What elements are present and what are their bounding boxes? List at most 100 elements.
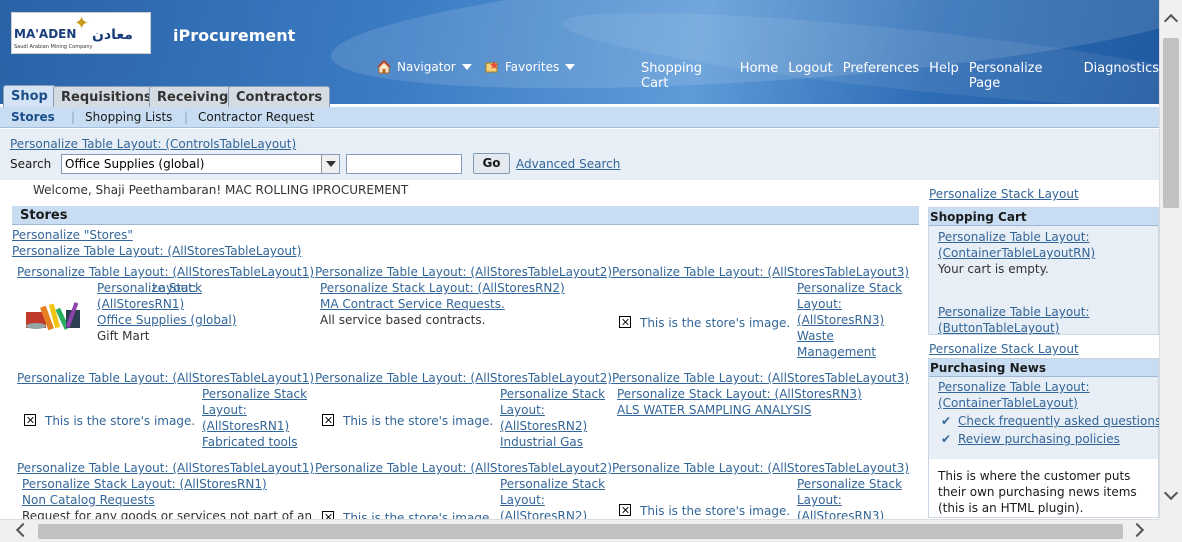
- store-link-waste-b[interactable]: Management: [797, 345, 876, 359]
- horizontal-scrollbar[interactable]: [0, 519, 1159, 542]
- store-image-alt[interactable]: This is the store's image.: [45, 414, 195, 428]
- store-layout-link-col1[interactable]: Personalize Table Layout: (AllStoresTabl…: [17, 461, 314, 475]
- vertical-scrollbar[interactable]: [1159, 0, 1182, 519]
- store-stack-layout-link-a[interactable]: Personalize Stack: [500, 477, 605, 491]
- subtab-stores[interactable]: Stores: [11, 110, 55, 124]
- scroll-up-icon[interactable]: [1163, 13, 1179, 29]
- navigator-chevron-down-icon: [461, 64, 472, 70]
- go-button[interactable]: Go: [473, 153, 510, 174]
- app-title: iProcurement: [173, 26, 296, 45]
- store-link-contract-service[interactable]: MA Contract Service Requests.: [320, 297, 505, 311]
- tab-bar: Shop Requisitions Receiving Contractors: [0, 83, 1159, 109]
- store-layout-link-col3[interactable]: Personalize Table Layout: (AllStoresTabl…: [612, 371, 909, 385]
- news-link-faq[interactable]: Check frequently asked questions: [958, 414, 1161, 428]
- navigator-label: Navigator: [397, 60, 456, 74]
- favorites-label: Favorites: [505, 60, 560, 74]
- store-stack-layout-link-b[interactable]: Layout:: [500, 493, 545, 507]
- store-image-alt[interactable]: This is the store's image.: [343, 414, 493, 428]
- shopping-cart-header: Shopping Cart: [929, 208, 1158, 226]
- personalize-stack-layout-link[interactable]: Personalize Stack Layout: [929, 187, 1079, 201]
- store-stack-layout-link[interactable]: Personalize Stack Layout: (AllStoresRN1): [22, 477, 267, 491]
- subtab-shopping-lists[interactable]: Shopping Lists: [85, 110, 172, 124]
- cart-empty-message: Your cart is empty.: [938, 262, 1049, 276]
- purchasing-news-header: Purchasing News: [929, 359, 1158, 377]
- purchasing-news-box: Purchasing News Personalize Table Layout…: [928, 358, 1161, 518]
- vertical-scroll-thumb[interactable]: [1163, 38, 1179, 208]
- personalize-all-stores-link[interactable]: Personalize Table Layout: (AllStoresTabl…: [12, 244, 301, 258]
- store-stack-layout-link-a[interactable]: Personalize Stack: [797, 477, 902, 491]
- store3-stack-layout-link-b[interactable]: Layout:: [797, 297, 842, 311]
- navigator-menu[interactable]: Navigator: [377, 60, 472, 74]
- scroll-down-icon[interactable]: [1163, 485, 1179, 501]
- broken-image-icon: [24, 414, 36, 426]
- personalize-controls-link[interactable]: Personalize Table Layout: (ControlsTable…: [10, 137, 296, 151]
- store-link-als-water[interactable]: ALS WATER SAMPLING ANALYSIS: [617, 403, 811, 417]
- store-stack-layout-rn[interactable]: (AllStoresRN2): [500, 419, 587, 433]
- store-layout-link-col2[interactable]: Personalize Table Layout: (AllStoresTabl…: [315, 265, 612, 279]
- broken-image-icon: [619, 504, 631, 516]
- subtab-separator: |: [71, 110, 76, 124]
- store-layout-link-col3[interactable]: Personalize Table Layout: (AllStoresTabl…: [612, 265, 909, 279]
- personalize-stack-layout-link-2[interactable]: Personalize Stack Layout: [929, 342, 1079, 356]
- tab-requisitions[interactable]: Requisitions: [53, 86, 160, 108]
- scrollbar-corner: [1159, 519, 1182, 542]
- store3-stack-layout-link-a[interactable]: Personalize Stack: [797, 281, 902, 295]
- scroll-right-icon[interactable]: [1129, 522, 1145, 538]
- search-label: Search: [10, 157, 52, 171]
- store-stack-layout-link-a[interactable]: Personalize Stack: [202, 387, 307, 401]
- store-stack-layout-link-b[interactable]: Layout:: [500, 403, 545, 417]
- store-stack-layout-link[interactable]: Personalize Stack Layout: (AllStoresRN3): [617, 387, 862, 401]
- tab-receiving[interactable]: Receiving: [149, 86, 237, 108]
- home-icon: [377, 60, 391, 74]
- tab-shop[interactable]: Shop: [3, 85, 56, 109]
- advanced-search-link[interactable]: Advanced Search: [516, 157, 620, 171]
- search-region: Personalize Table Layout: (ControlsTable…: [0, 129, 1159, 180]
- store-image-alt[interactable]: This is the store's image.: [640, 316, 790, 330]
- scroll-left-icon[interactable]: [15, 522, 31, 538]
- store-layout-link-col1[interactable]: Personalize Table Layout: (AllStoresTabl…: [17, 371, 314, 385]
- cart-layout-link-b[interactable]: (ContainerTableLayoutRN): [938, 246, 1095, 260]
- right-column: Personalize Stack Layout Shopping Cart P…: [922, 183, 1161, 523]
- news-layout-link-a[interactable]: Personalize Table Layout:: [938, 380, 1090, 394]
- company-logo: MA'ADEN ✦ معادن Saudi Arabian Mining Com…: [11, 12, 151, 54]
- search-input[interactable]: [346, 154, 462, 174]
- button-layout-link-a[interactable]: Personalize Table Layout:: [938, 305, 1090, 319]
- news-layout-link-b[interactable]: (ContainerTableLayout): [938, 396, 1078, 410]
- logo-star-icon: ✦: [74, 13, 90, 34]
- store-layout-link-col2[interactable]: Personalize Table Layout: (AllStoresTabl…: [315, 461, 612, 475]
- checkmark-icon: ✔: [941, 414, 952, 428]
- search-category-value: Office Supplies (global): [65, 157, 205, 171]
- office-supplies-image[interactable]: [22, 292, 88, 334]
- store1-stack-layout-link-b[interactable]: Layout:: [152, 281, 197, 295]
- welcome-message: Welcome, Shaji Peethambaran! MAC ROLLING…: [33, 183, 409, 197]
- tab-contractors[interactable]: Contractors: [228, 86, 331, 108]
- store-link-industrial-gas[interactable]: Industrial Gas: [500, 435, 583, 449]
- store-image-alt[interactable]: This is the store's image.: [640, 504, 790, 518]
- personalize-stores-link[interactable]: Personalize "Stores": [12, 228, 133, 242]
- store-stack-layout-link-b[interactable]: Layout:: [202, 403, 247, 417]
- store3-stack-layout-rn[interactable]: (AllStoresRN3): [797, 313, 884, 327]
- subtab-contractor-request[interactable]: Contractor Request: [198, 110, 314, 124]
- store-stack-layout-rn[interactable]: (AllStoresRN1): [202, 419, 289, 433]
- button-layout-link-b[interactable]: (ButtonTableLayout): [938, 321, 1059, 335]
- store-link-fabricated-tools[interactable]: Fabricated tools: [202, 435, 297, 449]
- select-chevron-down-icon[interactable]: [321, 155, 339, 173]
- store-link-waste-a[interactable]: Waste: [797, 329, 834, 343]
- broken-image-icon: [322, 414, 334, 426]
- store1-stack-layout-rn[interactable]: (AllStoresRN1): [97, 297, 184, 311]
- search-category-select[interactable]: Office Supplies (global): [61, 154, 340, 174]
- news-link-policies[interactable]: Review purchasing policies: [958, 432, 1120, 446]
- store-link-non-catalog[interactable]: Non Catalog Requests: [22, 493, 155, 507]
- store2-stack-layout-link[interactable]: Personalize Stack Layout: (AllStoresRN2): [320, 281, 565, 295]
- store-layout-link-col3[interactable]: Personalize Table Layout: (AllStoresTabl…: [612, 461, 909, 475]
- store-link-office-supplies[interactable]: Office Supplies (global): [97, 313, 236, 327]
- store-stack-layout-link-b[interactable]: Layout:: [797, 493, 842, 507]
- store-stack-layout-link-a[interactable]: Personalize Stack: [500, 387, 605, 401]
- store-layout-link-col1[interactable]: Personalize Table Layout: (AllStoresTabl…: [17, 265, 314, 279]
- store-layout-link-col2[interactable]: Personalize Table Layout: (AllStoresTabl…: [315, 371, 612, 385]
- news-plugin-line-3: (this is an HTML plugin).: [938, 501, 1084, 515]
- horizontal-scroll-thumb[interactable]: [38, 524, 1123, 539]
- favorites-chevron-down-icon: [565, 64, 576, 70]
- cart-layout-link-a[interactable]: Personalize Table Layout:: [938, 230, 1090, 244]
- favorites-menu[interactable]: Favorites: [485, 60, 576, 74]
